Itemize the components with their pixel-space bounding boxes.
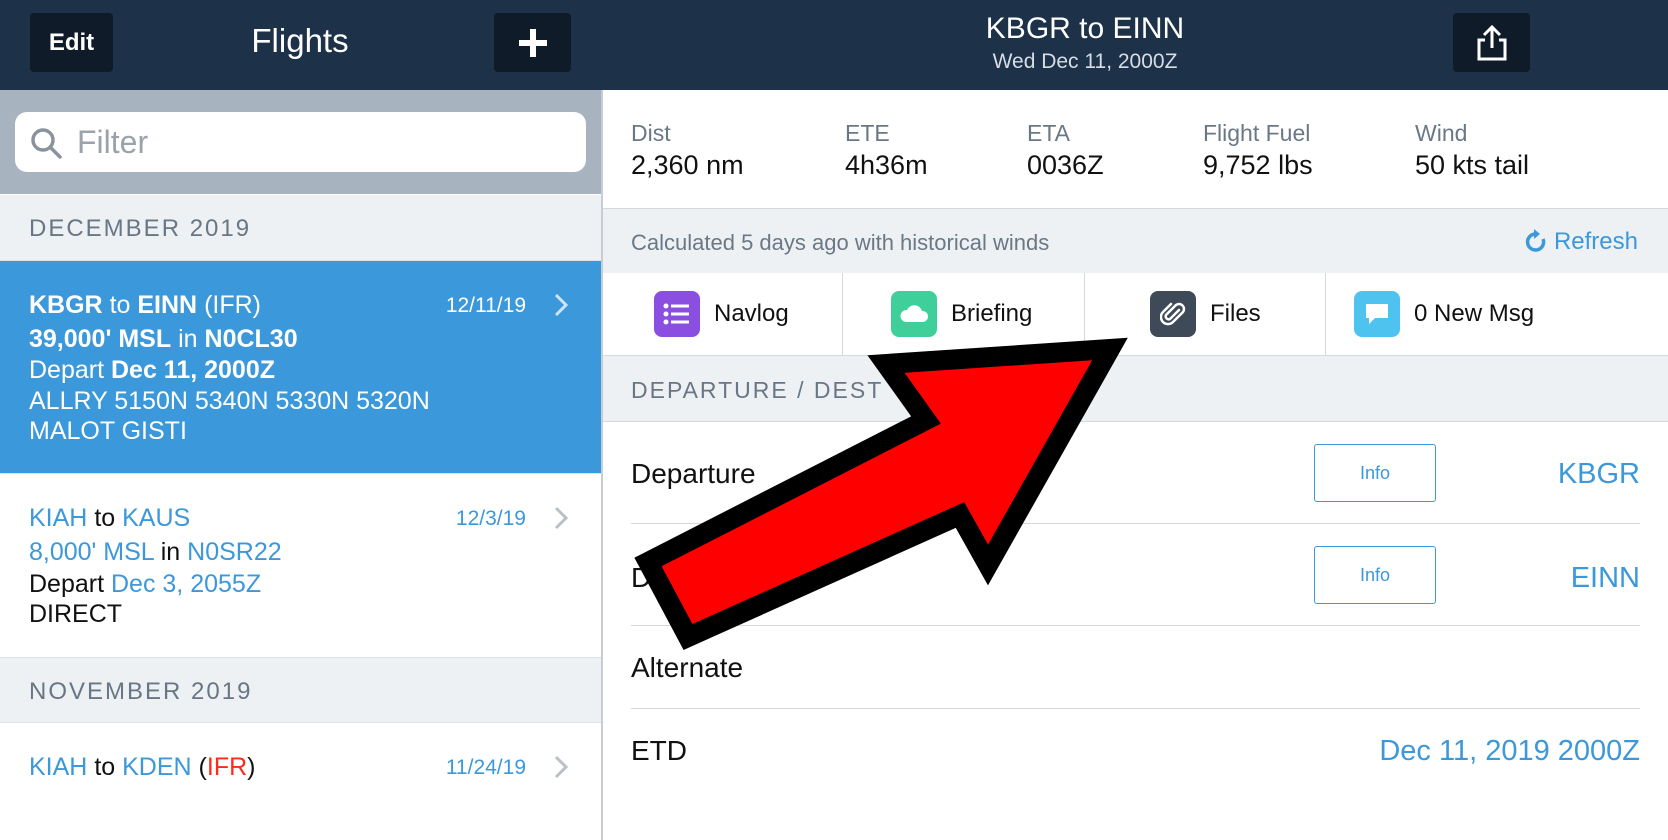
cloud-icon bbox=[891, 291, 937, 337]
flight-route-line: MALOT GISTI bbox=[29, 417, 187, 445]
destination-row[interactable]: D Info EINN bbox=[631, 524, 1640, 626]
plus-icon bbox=[518, 28, 547, 57]
chevron-right-icon bbox=[554, 755, 569, 779]
flight-date: 12/3/19 bbox=[455, 507, 526, 530]
flight-date: 11/24/19 bbox=[445, 756, 526, 779]
stat-value: 0036Z bbox=[1027, 150, 1104, 180]
flight-depart: Depart Dec 3, 2055Z bbox=[29, 570, 262, 598]
stat-value: 9,752 lbs bbox=[1203, 150, 1313, 180]
flight-route: KIAH to KAUS bbox=[29, 504, 191, 532]
destination-value[interactable]: EINN bbox=[1571, 562, 1640, 595]
etd-row[interactable]: ETD Dec 11, 2019 2000Z bbox=[631, 709, 1640, 799]
refresh-icon bbox=[1525, 229, 1546, 252]
stat-label: Dist bbox=[631, 120, 671, 146]
filter-area: Filter bbox=[0, 90, 601, 194]
paperclip-icon bbox=[1150, 291, 1196, 337]
stat-label: ETA bbox=[1027, 120, 1071, 146]
departure-value[interactable]: KBGR bbox=[1558, 458, 1640, 491]
flight-item[interactable]: KIAH to KDEN (IFR) 11/24/19 bbox=[0, 723, 601, 840]
section-label: NOVEMBER 2019 bbox=[29, 678, 253, 705]
flight-route-line: DIRECT bbox=[29, 600, 123, 628]
calculation-status: Calculated 5 days ago with historical wi… bbox=[631, 230, 1050, 255]
tab-label: Navlog bbox=[714, 300, 789, 327]
stat-label: Flight Fuel bbox=[1203, 120, 1311, 146]
etd-value[interactable]: Dec 11, 2019 2000Z bbox=[1379, 735, 1640, 768]
stat-value: 4h36m bbox=[845, 150, 928, 180]
flight-route: KBGR to EINN (IFR) bbox=[29, 291, 261, 319]
tab-messages[interactable]: 0 New Msg bbox=[1327, 273, 1668, 355]
flight-item[interactable]: KIAH to KAUS 12/3/19 8,000' MSL in N0SR2… bbox=[0, 474, 601, 658]
tab-label: 0 New Msg bbox=[1414, 300, 1535, 327]
etd-label: ETD bbox=[631, 735, 687, 766]
tab-briefing[interactable]: Briefing bbox=[844, 273, 1085, 355]
refresh-label: Refresh bbox=[1553, 228, 1638, 255]
departure-row[interactable]: Departure Info KBGR bbox=[631, 422, 1640, 524]
flights-list-pane: Filter DECEMBER 2019 KBGR to EINN (IFR) … bbox=[0, 90, 601, 840]
tab-files[interactable]: Files bbox=[1086, 273, 1326, 355]
list-icon bbox=[654, 291, 700, 337]
message-icon bbox=[1354, 291, 1400, 337]
share-icon bbox=[1477, 24, 1506, 60]
top-bar: Edit Flights KBGR to EINN Wed Dec 11, 20… bbox=[0, 0, 1668, 90]
edit-button[interactable]: Edit bbox=[30, 13, 113, 72]
flights-title: Flights bbox=[251, 22, 349, 59]
destination-label: D bbox=[631, 562, 652, 593]
calculation-status-row: Calculated 5 days ago with historical wi… bbox=[603, 208, 1668, 274]
chevron-right-icon bbox=[554, 506, 569, 530]
stat-value: 2,360 nm bbox=[631, 150, 744, 180]
tab-label: Briefing bbox=[951, 300, 1033, 327]
flight-route-line: ALLRY 5150N 5340N 5330N 5320N bbox=[29, 387, 430, 415]
route-title: KBGR to EINN bbox=[985, 12, 1185, 45]
filter-input[interactable]: Filter bbox=[15, 112, 586, 172]
flight-date: 12/11/19 bbox=[445, 294, 526, 317]
stat-value: 50 kts tail bbox=[1415, 150, 1530, 180]
chevron-right-icon bbox=[554, 293, 569, 317]
flight-item[interactable]: KBGR to EINN (IFR) 12/11/19 39,000' MSL … bbox=[0, 261, 601, 474]
tab-navlog[interactable]: Navlog bbox=[603, 273, 843, 355]
flight-altitude: 39,000' MSL in N0CL30 bbox=[29, 325, 298, 353]
stat-label: Wind bbox=[1415, 120, 1468, 146]
section-label: DEPARTURE / DEST bbox=[631, 377, 884, 403]
flight-detail-pane: Dist 2,360 nm ETE 4h36m ETA 0036Z Flight… bbox=[603, 90, 1668, 840]
departure-destination-header: DEPARTURE / DEST bbox=[603, 356, 1668, 422]
section-header: NOVEMBER 2019 bbox=[0, 658, 601, 723]
add-flight-button[interactable] bbox=[494, 13, 571, 72]
share-button[interactable] bbox=[1453, 13, 1530, 72]
departure-info-button[interactable]: Info bbox=[1314, 444, 1436, 502]
filter-placeholder: Filter bbox=[77, 124, 149, 160]
refresh-button[interactable]: Refresh bbox=[1524, 228, 1638, 256]
route-subtitle: Wed Dec 11, 2000Z bbox=[992, 50, 1178, 73]
alternate-row[interactable]: Alternate bbox=[631, 626, 1640, 709]
flight-route: KIAH to KDEN (IFR) bbox=[29, 753, 256, 781]
destination-info-button[interactable]: Info bbox=[1314, 546, 1436, 604]
flight-altitude: 8,000' MSL in N0SR22 bbox=[29, 538, 282, 566]
section-header: DECEMBER 2019 bbox=[0, 195, 601, 261]
stat-label: ETE bbox=[845, 120, 890, 146]
departure-label: Departure bbox=[631, 458, 756, 489]
flight-tabs: Navlog Briefing Files 0 New Msg bbox=[603, 273, 1668, 356]
tab-label: Files bbox=[1210, 300, 1261, 327]
search-icon bbox=[31, 128, 62, 159]
section-label: DECEMBER 2019 bbox=[29, 215, 252, 242]
alternate-label: Alternate bbox=[631, 652, 744, 683]
flight-depart: Depart Dec 11, 2000Z bbox=[29, 356, 276, 384]
